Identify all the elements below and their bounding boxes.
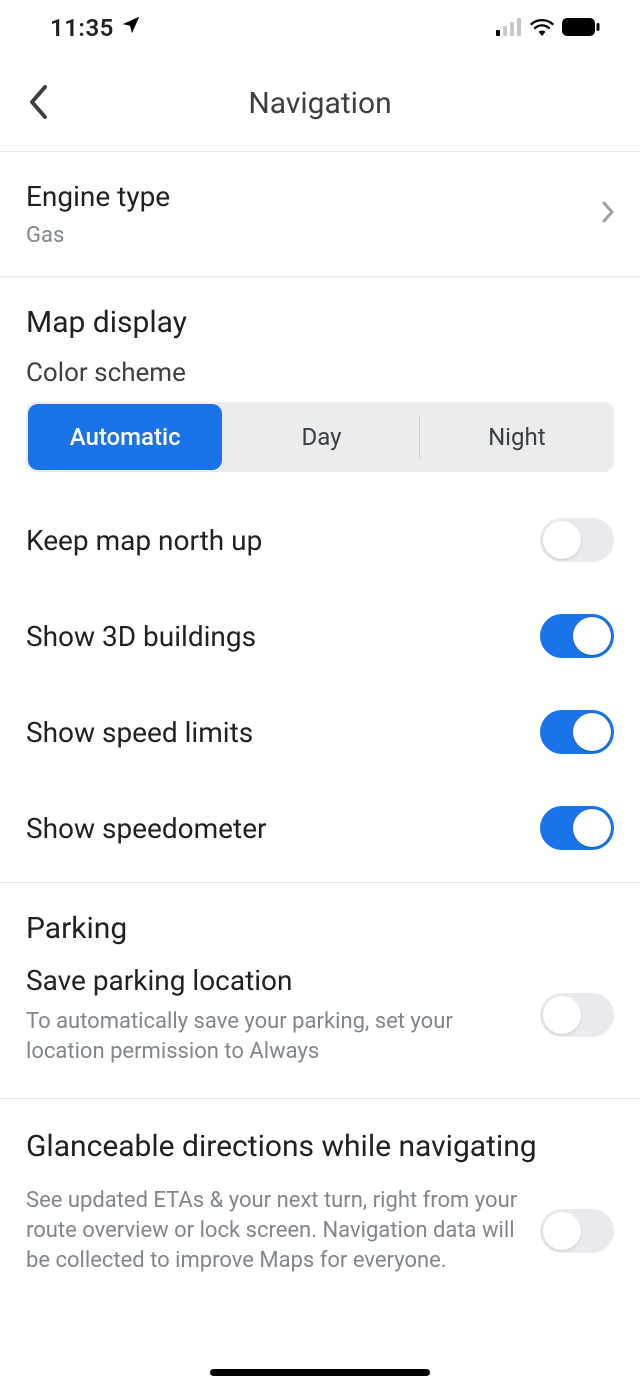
row-show-speed-limits: Show speed limits [0, 684, 640, 780]
show-3d-buildings-label: Show 3D buildings [26, 620, 524, 653]
row-glanceable: See updated ETAs & your next turn, right… [0, 1172, 640, 1301]
cell-signal-icon [496, 14, 522, 42]
toggle-show-speedometer[interactable] [540, 806, 614, 850]
row-engine-type[interactable]: Engine type Gas [0, 152, 640, 277]
section-parking: Parking [0, 883, 640, 954]
keep-north-up-label: Keep map north up [26, 524, 524, 557]
glanceable-desc: See updated ETAs & your next turn, right… [26, 1186, 524, 1275]
section-glanceable-title: Glanceable directions while navigating [0, 1099, 640, 1172]
home-indicator[interactable] [210, 1369, 430, 1376]
battery-icon [562, 14, 600, 42]
toggle-keep-north-up[interactable] [540, 518, 614, 562]
show-speedometer-label: Show speedometer [26, 812, 524, 845]
location-arrow-icon [120, 14, 142, 42]
show-speed-limits-label: Show speed limits [26, 716, 524, 749]
status-bar: 11:35 [0, 0, 640, 56]
toggle-save-parking[interactable] [540, 993, 614, 1037]
wifi-icon [530, 14, 554, 42]
chevron-left-icon [28, 85, 48, 122]
seg-night[interactable]: Night [420, 402, 614, 472]
color-scheme-label: Color scheme [0, 348, 640, 402]
toggle-show-3d-buildings[interactable] [540, 614, 614, 658]
color-scheme-segmented: Automatic Day Night [26, 402, 614, 472]
seg-day[interactable]: Day [224, 402, 418, 472]
status-time: 11:35 [50, 14, 114, 42]
row-save-parking: Save parking location To automatically s… [0, 954, 640, 1098]
seg-automatic[interactable]: Automatic [28, 404, 222, 470]
row-keep-north-up: Keep map north up [0, 492, 640, 588]
save-parking-desc: To automatically save your parking, set … [26, 1007, 524, 1066]
toggle-glanceable[interactable] [540, 1209, 614, 1253]
chevron-right-icon [602, 201, 614, 227]
back-button[interactable] [14, 80, 62, 128]
engine-type-title: Engine type [26, 180, 590, 213]
nav-header: Navigation [0, 56, 640, 152]
section-map-display: Map display [0, 277, 640, 348]
row-show-speedometer: Show speedometer [0, 780, 640, 882]
row-show-3d-buildings: Show 3D buildings [0, 588, 640, 684]
toggle-show-speed-limits[interactable] [540, 710, 614, 754]
engine-type-value: Gas [26, 223, 590, 248]
page-title: Navigation [248, 86, 391, 121]
save-parking-label: Save parking location [26, 964, 524, 997]
